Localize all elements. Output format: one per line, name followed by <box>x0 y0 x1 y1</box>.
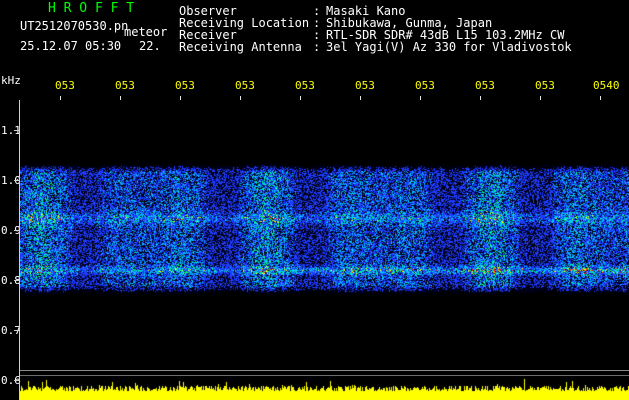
x-tick-label: 053 <box>415 79 435 92</box>
filename-suffix: meteor <box>124 25 168 39</box>
y-tick-mark <box>14 230 19 231</box>
spectrogram-waterfall <box>20 100 629 380</box>
y-axis-unit: kHz <box>1 74 21 87</box>
x-tick-label: 053 <box>475 79 495 92</box>
y-tick-mark <box>14 380 19 381</box>
x-tick-label: 053 <box>355 79 375 92</box>
x-tick-label: 053 <box>55 79 75 92</box>
counter: 22. <box>139 39 161 53</box>
field-label-antenna: Receiving Antenna <box>179 40 302 54</box>
field-value-antenna: 3el Yagi(V) Az 330 for Vladivostok <box>326 40 572 54</box>
reference-line <box>20 370 629 371</box>
x-tick-label: 053 <box>115 79 135 92</box>
x-tick-label: 053 <box>175 79 195 92</box>
y-tick-mark <box>14 180 19 181</box>
signal-level-bar <box>20 376 629 400</box>
x-tick-label: 0540 <box>593 79 620 92</box>
filename: UT2512070530.pn <box>20 19 129 33</box>
app-title: H R O F F T <box>48 1 135 16</box>
y-tick-mark <box>14 330 19 331</box>
x-tick-label: 053 <box>295 79 315 92</box>
field-sep-antenna: : <box>313 40 321 54</box>
x-tick-label: 053 <box>235 79 255 92</box>
x-tick-label: 053 <box>535 79 555 92</box>
y-tick-mark <box>14 280 19 281</box>
y-tick-mark <box>14 130 19 131</box>
date-time: 25.12.07 05:30 <box>20 39 122 53</box>
